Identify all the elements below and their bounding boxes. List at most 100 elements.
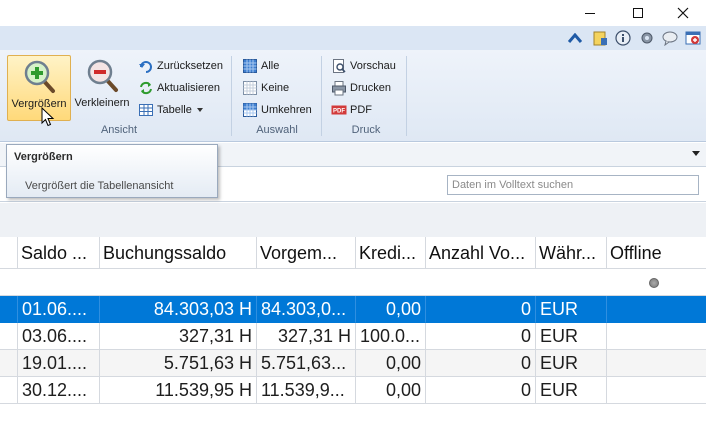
dropdown-arrow-icon: [196, 108, 203, 112]
maximize-icon: [633, 8, 643, 18]
table-cell[interactable]: EUR: [536, 350, 607, 377]
verkleinern-label: Verkleinern: [74, 97, 130, 109]
verkleinern-button[interactable]: Verkleinern: [70, 55, 134, 121]
tabelle-dropdown[interactable]: Tabelle: [138, 100, 203, 120]
magnifier-minus-icon: [87, 59, 118, 92]
settings-button[interactable]: [638, 29, 656, 47]
table-cell[interactable]: EUR: [536, 296, 607, 323]
vergroessern-label: Vergrößern: [11, 98, 67, 110]
group-label-ansicht: Ansicht: [100, 124, 138, 136]
minimize-icon: [585, 12, 595, 14]
table-cell[interactable]: 84.303,03 H: [100, 296, 257, 323]
table-cell[interactable]: 327,31 H: [100, 323, 257, 350]
close-button[interactable]: [660, 0, 706, 26]
table-cell[interactable]: 11.539,95 H: [100, 377, 257, 404]
alle-label: Alle: [261, 60, 280, 72]
table-row[interactable]: 30.12.... 11.539,95 H 11.539,9... 0,00 0…: [0, 377, 706, 404]
row-indicator: [0, 296, 18, 323]
ribbon-separator: [231, 56, 232, 136]
minimize-button[interactable]: [567, 0, 613, 26]
maximize-button[interactable]: [615, 0, 661, 26]
table-cell[interactable]: 327,31 H: [257, 323, 356, 350]
vorschau-button[interactable]: Vorschau: [331, 56, 396, 76]
alle-button[interactable]: Alle: [242, 56, 279, 76]
printer-icon: [332, 81, 346, 96]
offline-filter-radio[interactable]: [649, 278, 659, 288]
help-window-button[interactable]: [684, 29, 702, 47]
umkehren-button[interactable]: Umkehren: [242, 100, 312, 120]
info-icon: [615, 30, 631, 46]
table-cell[interactable]: 0,00: [356, 350, 426, 377]
vorschau-label: Vorschau: [350, 60, 396, 72]
app-window: Vergrößern Verkleinern Zurücksetzen Aktu…: [0, 0, 706, 421]
aktualisieren-label: Aktualisieren: [157, 82, 220, 94]
fulltext-search-input[interactable]: [447, 175, 699, 195]
group-label-auswahl: Auswahl: [256, 124, 298, 136]
column-header[interactable]: Währ...: [536, 237, 607, 269]
title-bar: [0, 0, 706, 26]
table-cell[interactable]: 0,00: [356, 377, 426, 404]
keine-button[interactable]: Keine: [242, 78, 289, 98]
column-header[interactable]: Offline: [607, 237, 706, 269]
aktualisieren-button[interactable]: Aktualisieren: [138, 78, 220, 98]
table-row[interactable]: 01.06.... 84.303,03 H 84.303,0... 0,00 0…: [0, 296, 706, 323]
row-indicator-header: [0, 237, 18, 269]
column-header[interactable]: Buchungssaldo: [100, 237, 257, 269]
grid-select-none-icon: [243, 81, 257, 95]
drucken-label: Drucken: [350, 82, 391, 94]
table-row[interactable]: 19.01.... 5.751,63 H 5.751,63... 0,00 0 …: [0, 350, 706, 377]
pdf-button[interactable]: PDF PDF: [331, 100, 372, 120]
table-cell[interactable]: 01.06....: [18, 296, 100, 323]
ribbon: Vergrößern Verkleinern Zurücksetzen Aktu…: [0, 50, 706, 142]
table-icon: [139, 104, 153, 116]
print-preview-icon: [333, 59, 346, 73]
group-label-druck: Druck: [351, 124, 381, 136]
table-cell[interactable]: 11.539,9...: [257, 377, 356, 404]
chat-button[interactable]: [661, 29, 679, 47]
chevron-up-icon: [568, 33, 582, 43]
table-cell[interactable]: [607, 350, 706, 377]
collapse-ribbon-button[interactable]: [566, 29, 584, 47]
table-cell[interactable]: [607, 377, 706, 404]
table-cell[interactable]: 84.303,0...: [257, 296, 356, 323]
gear-icon: [641, 32, 653, 44]
tabelle-label: Tabelle: [157, 104, 192, 116]
column-header[interactable]: Vorgem...: [257, 237, 356, 269]
table-cell[interactable]: [607, 296, 706, 323]
table-cell[interactable]: 0: [426, 323, 536, 350]
zuruecksetzen-label: Zurücksetzen: [157, 60, 224, 72]
ribbon-separator: [406, 56, 407, 136]
table-cell[interactable]: 0: [426, 296, 536, 323]
table-cell[interactable]: 5.751,63...: [257, 350, 356, 377]
table-cell[interactable]: 03.06....: [18, 323, 100, 350]
column-header[interactable]: Kredi...: [356, 237, 426, 269]
table-cell[interactable]: [607, 323, 706, 350]
svg-text:PDF: PDF: [333, 109, 345, 115]
window-plus-icon: [685, 31, 701, 45]
reset-arrow-icon: [139, 61, 152, 73]
zuruecksetzen-button[interactable]: Zurücksetzen: [138, 56, 223, 76]
drucken-button[interactable]: Drucken: [331, 78, 391, 98]
table-cell[interactable]: 5.751,63 H: [100, 350, 257, 377]
table-cell[interactable]: EUR: [536, 377, 607, 404]
table-cell[interactable]: 0,00: [356, 296, 426, 323]
info-button[interactable]: [614, 29, 632, 47]
filter-row[interactable]: [0, 270, 706, 296]
keine-label: Keine: [261, 82, 290, 94]
column-header[interactable]: Saldo ...: [18, 237, 100, 269]
table-cell[interactable]: 100.0...: [356, 323, 426, 350]
table-row[interactable]: 03.06.... 327,31 H 327,31 H 100.0... 0 E…: [0, 323, 706, 350]
table-cell[interactable]: 0: [426, 377, 536, 404]
vergroessern-button[interactable]: Vergrößern: [7, 55, 71, 121]
table-cell[interactable]: EUR: [536, 323, 607, 350]
table-cell[interactable]: 0: [426, 350, 536, 377]
close-icon: [677, 7, 689, 19]
column-header[interactable]: Anzahl Vo...: [426, 237, 536, 269]
group-panel: [0, 203, 706, 237]
table-cell[interactable]: 30.12....: [18, 377, 100, 404]
tooltip-description: Vergrößert die Tabellenansicht: [25, 180, 174, 192]
pdf-icon: PDF: [331, 105, 347, 115]
panel-dropdown-icon[interactable]: [692, 151, 700, 156]
table-cell[interactable]: 19.01....: [18, 350, 100, 377]
notes-button[interactable]: [591, 29, 609, 47]
